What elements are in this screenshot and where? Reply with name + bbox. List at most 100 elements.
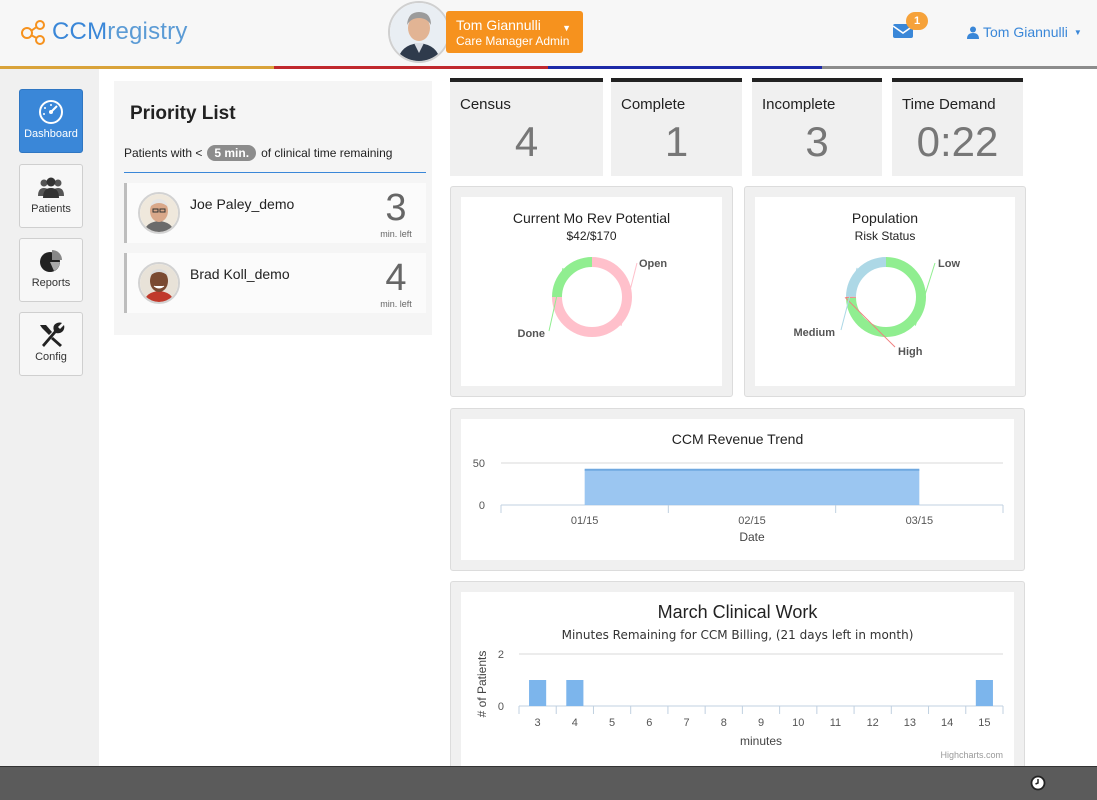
user-badge-role: Care Manager Admin [456,34,570,48]
patient-row[interactable]: Brad Koll_demo 4 min. left [124,253,426,313]
slice-label: Low [938,258,960,270]
minutes-left-unit: min. left [380,229,412,239]
dashboard-icon [39,100,63,124]
user-photo [390,3,448,61]
x-tick-label: 4 [572,717,578,729]
sidebar-item-dashboard[interactable]: Dashboard [19,89,83,153]
footer-bar [0,766,1097,800]
stat-tile-time-demand: Time Demand 0:22 [892,78,1023,176]
revenue-donut-chart[interactable]: Open Done [461,197,724,388]
sidebar-item-label: Reports [31,277,71,289]
stat-label: Complete [621,96,686,113]
slice-label: Open [639,258,667,270]
clock-icon[interactable] [1030,775,1046,791]
caret-down-icon: ▼ [1073,27,1082,37]
x-tick-label: 03/15 [906,515,934,527]
x-tick-label: 7 [683,717,689,729]
user-menu-label: Tom Giannulli [983,24,1068,40]
patient-name: Brad Koll_demo [190,266,290,282]
x-tick-label: 12 [867,717,879,729]
stat-value: 0:22 [916,118,999,165]
chart-credits: Highcharts.com [940,750,1003,760]
bar [975,680,993,706]
donut-slice [552,257,593,298]
sidebar-item-config[interactable]: Config [19,312,83,376]
patient-avatar [138,262,180,304]
y-tick-label: 2 [498,649,504,661]
minutes-left-unit: min. left [380,299,412,309]
user-icon [967,26,979,39]
priority-sub-before: Patients with < [124,146,203,160]
area-fill [584,469,920,505]
mail-count-badge: 1 [906,12,928,30]
divider [124,172,426,173]
donut-slice [846,257,887,298]
minutes-left-value: 3 [385,187,407,229]
x-tick-label: 8 [721,717,727,729]
patient-row[interactable]: Joe Paley_demo 3 min. left [124,183,426,243]
minutes-left-value: 4 [385,257,407,299]
brand-logo[interactable]: CCMregistry [20,18,188,46]
population-donut-chart[interactable]: Low High Medium [755,197,1017,388]
x-tick-label: 02/15 [738,515,766,527]
y-tick-label: 0 [498,701,504,713]
user-menu[interactable]: Tom Giannulli ▼ [967,24,1082,40]
slice-connector [844,296,896,348]
priority-sub-after: of clinical time remaining [261,146,393,160]
priority-list-title: Priority List [130,103,236,124]
sidebar-item-label: Patients [31,203,71,215]
x-tick-label: 3 [535,717,541,729]
revenue-potential-panel: Current Mo Rev Potential $42/$170 Open Do… [450,186,733,397]
clinical-work-panel: March Clinical Work Minutes Remaining fo… [450,581,1025,771]
priority-list-panel: Priority List Patients with < 5 min. of … [114,81,432,335]
stat-label: Time Demand [902,96,996,113]
caret-down-icon: ▼ [562,23,571,33]
user-avatar[interactable] [388,1,450,63]
stat-label: Incomplete [762,96,836,113]
pie-icon [40,250,62,272]
slice-label: Done [518,328,546,340]
x-tick-label: 5 [609,717,615,729]
clinical-work-chart[interactable]: 0 2 3 4 5 6 7 8 9 10 11 12 13 14 15 minutes # of Patient… [461,592,1016,767]
patients-icon [38,177,64,198]
wrench-icon [40,322,65,347]
x-tick-label: 13 [904,717,916,729]
app-header: CCMregistry Tom Giannulli Care Manager A… [0,0,1097,66]
population-panel: Population Risk Status Low High Medium [744,186,1026,397]
molecule-icon [21,20,45,45]
stat-tile-complete: Complete 1 [611,78,742,176]
stat-value: 1 [664,118,689,165]
y-tick-label: 0 [479,500,485,512]
y-axis-title: # of Patients [475,651,489,718]
stat-tile-census: Census 4 [450,78,603,176]
slice-label: Medium [793,327,835,339]
time-threshold-pill: 5 min. [207,145,257,161]
sidebar-item-reports[interactable]: Reports [19,238,83,302]
user-badge-name: Tom Giannulli [456,17,541,33]
revenue-trend-chart[interactable]: 0 50 01/15 02/15 03/15 Date [461,419,1016,562]
x-tick-label: 11 [830,717,841,729]
x-tick-label: 15 [978,717,990,729]
patient-name: Joe Paley_demo [190,196,295,212]
x-axis-title: Date [739,530,765,544]
stat-tile-incomplete: Incomplete 3 [752,78,882,176]
sidebar-item-patients[interactable]: Patients [19,164,83,228]
y-tick-label: 50 [473,458,485,470]
slice-label: High [898,346,923,358]
x-tick-label: 9 [758,717,764,729]
bar [566,680,584,706]
sidebar-item-label: Dashboard [24,128,78,140]
brand-name: CCMregistry [52,18,188,45]
priority-list-subtitle: Patients with < 5 min. of clinical time … [124,145,392,161]
stat-value: 3 [805,118,829,165]
bar [529,680,547,706]
sidebar-item-label: Config [35,351,67,363]
x-tick-label: 14 [941,717,953,729]
patient-avatar [138,192,180,234]
stat-value: 4 [514,118,539,165]
x-axis-title: minutes [740,734,782,748]
revenue-trend-panel: CCM Revenue Trend 0 50 01/15 02/15 03/15 Date [450,408,1025,571]
x-tick-label: 10 [792,717,804,729]
user-role-dropdown[interactable]: Tom Giannulli Care Manager Admin ▼ [446,11,583,53]
x-tick-label: 6 [646,717,652,729]
